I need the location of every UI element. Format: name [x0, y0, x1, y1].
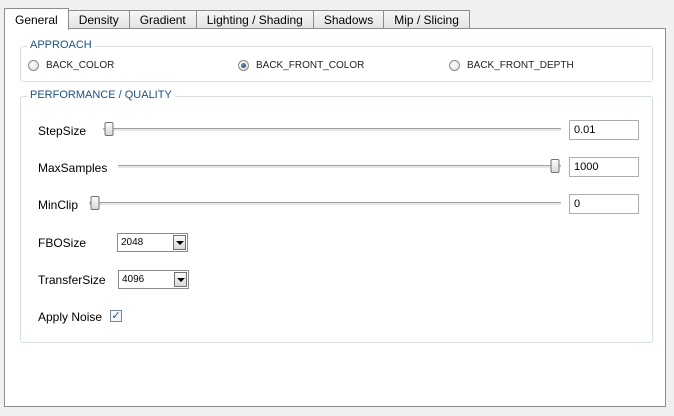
step-size-slider-handle[interactable] — [104, 122, 114, 136]
step-size-field[interactable]: 0.01 — [569, 120, 639, 140]
max-samples-slider-track[interactable] — [118, 165, 561, 169]
radio-back-front-color[interactable]: BACK_FRONT_COLOR — [238, 60, 364, 71]
radio-back-front-color-label: BACK_FRONT_COLOR — [256, 60, 365, 71]
radio-back-front-depth-label: BACK_FRONT_DEPTH — [467, 60, 574, 71]
fbo-size-value: 2048 — [121, 237, 144, 248]
apply-noise-label: Apply Noise — [38, 310, 103, 324]
fbo-size-select[interactable]: 2048 — [117, 233, 188, 252]
radio-button-selected-icon — [238, 60, 249, 71]
tab-general[interactable]: General — [4, 8, 69, 30]
step-size-label: StepSize — [38, 124, 87, 138]
performance-quality-group: PERFORMANCE / QUALITY StepSize 0.01 MaxS… — [20, 89, 653, 343]
tab-bar: General Density Gradient Lighting / Shad… — [4, 7, 470, 30]
approach-group: APPROACH BACK_COLOR BACK_FRONT_COLOR BAC… — [20, 39, 653, 82]
max-samples-slider-handle[interactable] — [550, 159, 560, 173]
radio-back-front-depth[interactable]: BACK_FRONT_DEPTH — [449, 60, 574, 71]
max-samples-label: MaxSamples — [38, 161, 108, 175]
chevron-down-icon[interactable] — [173, 235, 186, 250]
tab-mip-slicing[interactable]: Mip / Slicing — [383, 10, 470, 29]
step-size-slider-track[interactable] — [103, 128, 561, 132]
transfer-size-select[interactable]: 4096 — [118, 270, 189, 289]
tab-lighting-shading[interactable]: Lighting / Shading — [195, 10, 314, 29]
tab-density[interactable]: Density — [67, 10, 130, 29]
radio-button-icon — [28, 60, 39, 71]
tab-shadows[interactable]: Shadows — [312, 10, 385, 29]
tab-gradient[interactable]: Gradient — [128, 10, 197, 29]
min-clip-field[interactable]: 0 — [569, 194, 639, 214]
performance-quality-group-title: PERFORMANCE / QUALITY — [27, 89, 175, 101]
fbo-size-label: FBOSize — [38, 236, 87, 250]
min-clip-label: MinClip — [38, 198, 79, 212]
general-tab-panel: APPROACH BACK_COLOR BACK_FRONT_COLOR BAC… — [4, 28, 666, 407]
radio-back-color-label: BACK_COLOR — [46, 60, 115, 71]
transfer-size-value: 4096 — [122, 274, 145, 285]
radio-back-color[interactable]: BACK_COLOR — [28, 60, 114, 71]
apply-noise-checkbox[interactable]: ✓ — [110, 310, 122, 322]
radio-button-icon — [449, 60, 460, 71]
approach-group-title: APPROACH — [27, 39, 95, 51]
max-samples-field[interactable]: 1000 — [569, 157, 639, 177]
min-clip-slider-track[interactable] — [89, 202, 561, 206]
min-clip-slider-handle[interactable] — [90, 196, 100, 210]
chevron-down-icon[interactable] — [174, 272, 187, 287]
transfer-size-label: TransferSize — [38, 273, 106, 287]
